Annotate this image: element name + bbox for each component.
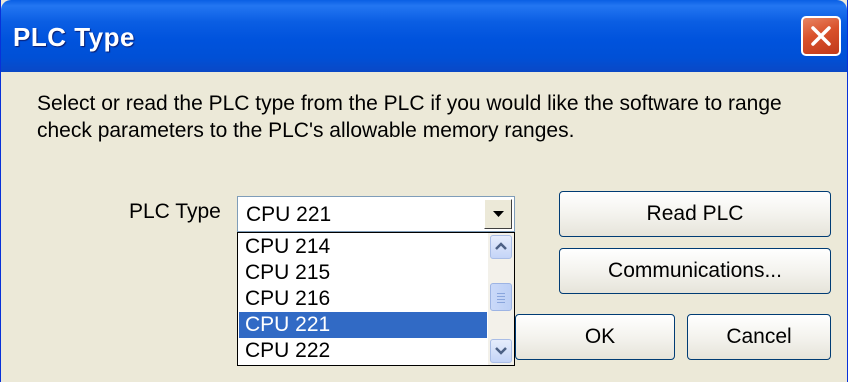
ok-button[interactable]: OK — [515, 314, 675, 360]
combobox-selected-value: CPU 221 — [246, 203, 332, 226]
list-item-cpu-214[interactable]: CPU 214 — [239, 234, 487, 260]
instruction-text: Select or read the PLC type from the PLC… — [37, 92, 782, 142]
list-item-cpu-216[interactable]: CPU 216 — [239, 286, 487, 312]
plc-type-dropdown-list[interactable]: CPU 214 CPU 215 CPU 216 CPU 221 CPU 222 — [237, 232, 515, 366]
scrollbar-thumb[interactable] — [490, 283, 512, 311]
read-plc-button[interactable]: Read PLC — [559, 191, 831, 237]
scroll-up-button[interactable] — [490, 235, 512, 259]
read-plc-button-label: Read PLC — [646, 202, 744, 225]
communications-button[interactable]: Communications... — [559, 248, 831, 294]
dropdown-scrollbar[interactable] — [488, 233, 514, 365]
communications-button-label: Communications... — [608, 259, 782, 282]
cancel-button-label: Cancel — [726, 325, 792, 348]
chevron-down-icon — [495, 347, 507, 355]
title-bar[interactable]: PLC Type — [1, 0, 847, 72]
list-item-cpu-215[interactable]: CPU 215 — [239, 260, 487, 286]
plc-type-combobox[interactable]: CPU 221 — [237, 196, 515, 232]
plc-type-dialog: PLC Type Select or read the PLC type fro… — [0, 0, 848, 382]
close-icon — [811, 26, 831, 46]
cancel-button[interactable]: Cancel — [687, 314, 831, 360]
scroll-down-button[interactable] — [490, 339, 512, 363]
list-item-cpu-221[interactable]: CPU 221 — [239, 312, 487, 338]
list-item-cpu-222[interactable]: CPU 222 — [239, 338, 487, 364]
window-title: PLC Type — [13, 22, 135, 52]
ok-button-label: OK — [584, 325, 616, 348]
chevron-up-icon — [495, 242, 507, 250]
chevron-down-icon — [493, 211, 504, 217]
close-button[interactable] — [801, 16, 841, 56]
plc-type-label: PLC Type — [129, 200, 221, 223]
combobox-dropdown-button[interactable] — [484, 199, 512, 229]
